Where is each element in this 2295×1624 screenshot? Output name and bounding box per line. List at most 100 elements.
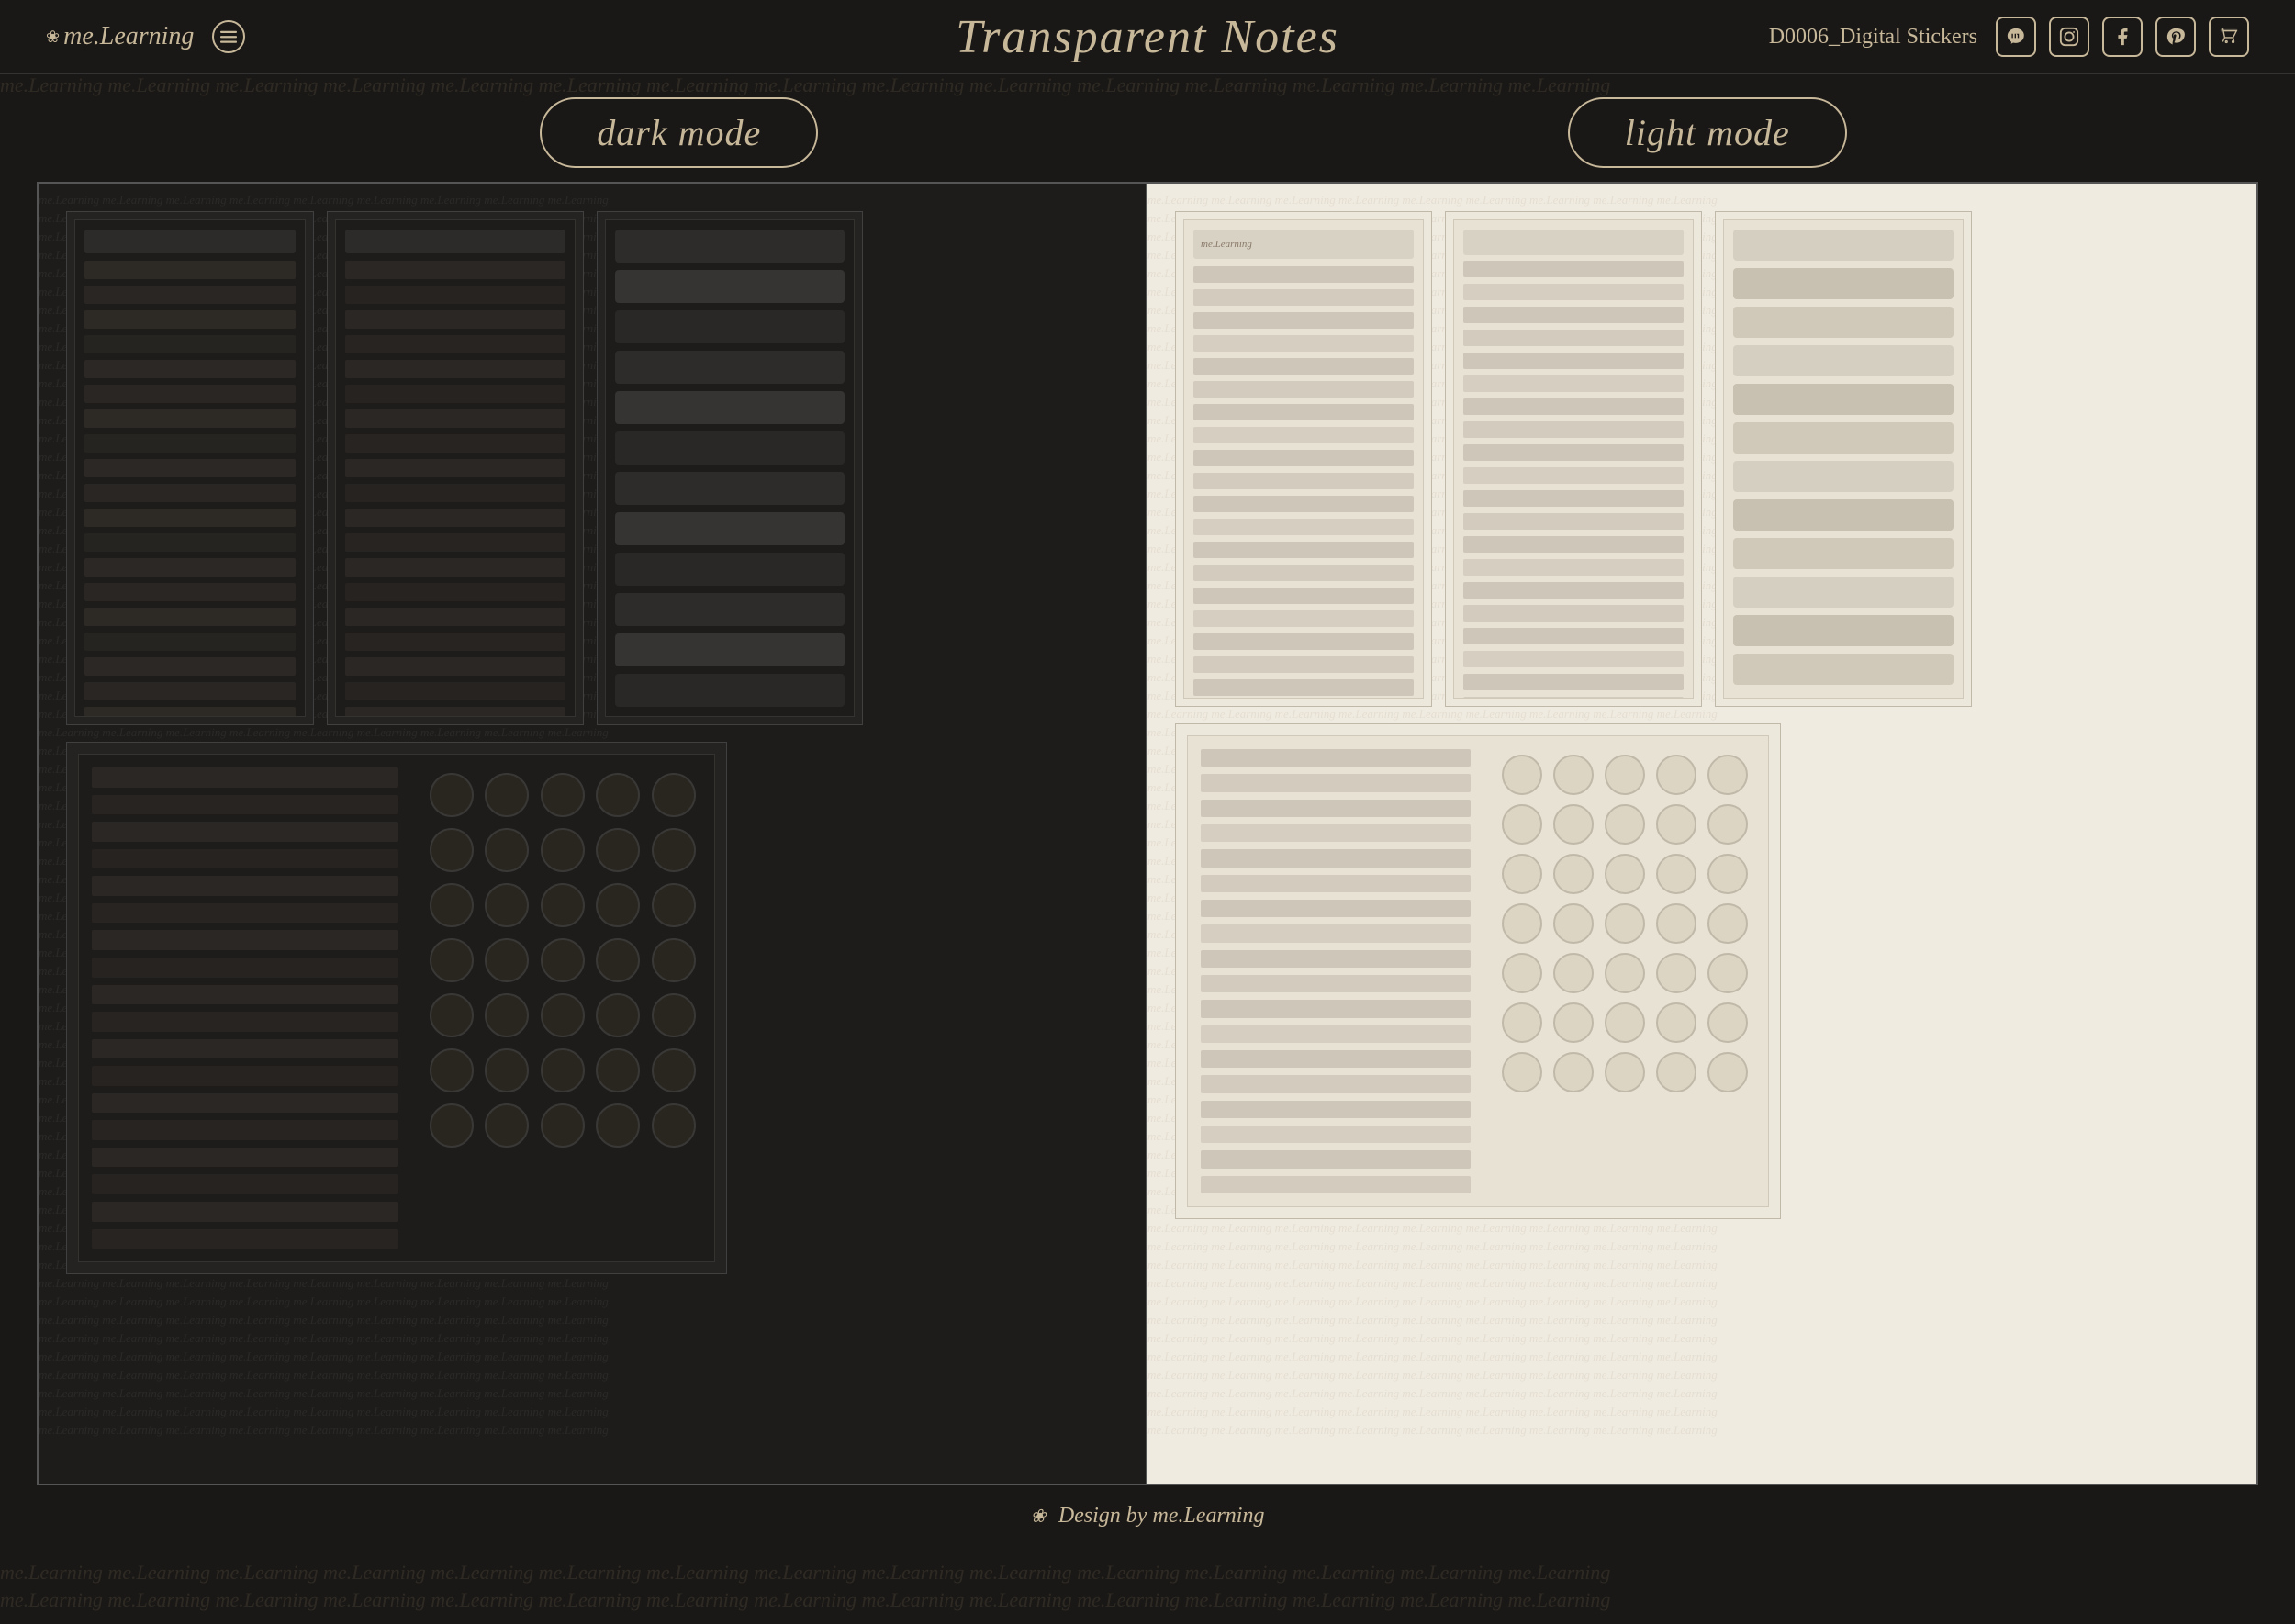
light-panel-1-lines [1193,266,1414,699]
circle [1553,1002,1594,1043]
circle [596,1103,640,1148]
circle [1656,903,1696,944]
header-right: D0006_Digital Stickers [1769,17,2249,57]
circle [485,1048,529,1092]
light-bottom-panel [1175,723,1781,1219]
dark-mode-panel: me.Learning me.Learning me.Learning me.L… [39,184,1148,1484]
main-content: me.Learning me.Learning me.Learning me.L… [37,182,2258,1485]
social-icons [1996,17,2249,57]
circle [430,938,474,982]
circle [430,1103,474,1148]
light-bottom-area [1175,723,2229,1219]
circle [1605,1052,1645,1092]
dark-bottom-inner [78,754,715,1262]
light-mode-label: light mode [1568,111,1847,154]
circle [485,1103,529,1148]
dark-panel-2-inner [335,219,576,717]
circle [485,773,529,817]
dark-panel-3 [597,211,863,725]
circle [430,883,474,927]
circle [1553,1052,1594,1092]
circle [652,1103,696,1148]
light-panel-1-header: me.Learning [1193,230,1414,259]
dark-bottom-panel [66,742,727,1274]
light-bottom-left [1188,736,1483,1206]
circle [1707,755,1748,795]
line-icon[interactable] [1996,17,2036,57]
footer-text: Design by me.Learning [1058,1504,1265,1528]
product-id: D0006_Digital Stickers [1769,25,1977,50]
circle [652,883,696,927]
circle [1605,953,1645,993]
circle [1553,903,1594,944]
circle [541,828,585,872]
circle [1707,1002,1748,1043]
circle [1605,903,1645,944]
circle [541,1048,585,1092]
circle [430,1048,474,1092]
circle [596,938,640,982]
circle [596,1048,640,1092]
circle [541,1103,585,1148]
circle [485,938,529,982]
circle [1553,804,1594,845]
circle [541,773,585,817]
circle [1605,1002,1645,1043]
dark-circles-grid [411,755,714,1261]
mode-labels: dark mode light mode [0,74,2295,182]
circle [541,993,585,1037]
logo-flower-icon: ❀ [46,28,60,47]
facebook-icon[interactable] [2102,17,2143,57]
circle [1656,755,1696,795]
circle [1553,755,1594,795]
dark-panel-1 [66,211,314,725]
circle [1553,854,1594,894]
circle [652,938,696,982]
dark-panel-3-inner [605,219,855,717]
circle [1707,953,1748,993]
menu-button[interactable] [212,20,245,53]
dark-panel-2 [327,211,584,725]
pinterest-icon[interactable] [2155,17,2196,57]
shop-icon[interactable] [2209,17,2249,57]
circle [1656,953,1696,993]
circle [1502,854,1542,894]
page-title: Transparent Notes [956,10,1339,64]
circle [596,993,640,1037]
circle [430,773,474,817]
light-circles-grid [1483,736,1768,1206]
dark-panel-1-header [84,230,296,253]
light-mode-panel: me.Learning me.Learning me.Learning me.L… [1148,184,2256,1484]
circle [1656,854,1696,894]
circle [1605,854,1645,894]
light-top-panels: me.Learning [1175,211,2229,707]
light-panel-2 [1445,211,1702,707]
instagram-icon[interactable] [2049,17,2089,57]
logo[interactable]: ❀ me.Learning [46,22,194,51]
light-panel-3 [1715,211,1972,707]
header-center: Transparent Notes [956,10,1339,64]
dark-bottom-area [66,742,1118,1274]
circle [485,828,529,872]
circle [1502,953,1542,993]
circle [541,938,585,982]
light-bottom-inner [1187,735,1769,1207]
circle [1605,804,1645,845]
circle [1707,1052,1748,1092]
dark-panel-1-lines [84,261,296,717]
circle [541,883,585,927]
circle [652,993,696,1037]
circle [1656,804,1696,845]
circle [1707,804,1748,845]
circle [1502,804,1542,845]
circle [1707,854,1748,894]
dark-panel-1-inner [74,219,306,717]
hamburger-icon [220,28,237,45]
dark-mode-label: dark mode [540,111,818,154]
light-panel-1-inner: me.Learning [1183,219,1424,699]
circle [652,828,696,872]
header-left: ❀ me.Learning [46,20,245,53]
light-panel-1: me.Learning [1175,211,1432,707]
footer: ❀ Design by me.Learning [0,1485,2295,1547]
circle [1502,1002,1542,1043]
